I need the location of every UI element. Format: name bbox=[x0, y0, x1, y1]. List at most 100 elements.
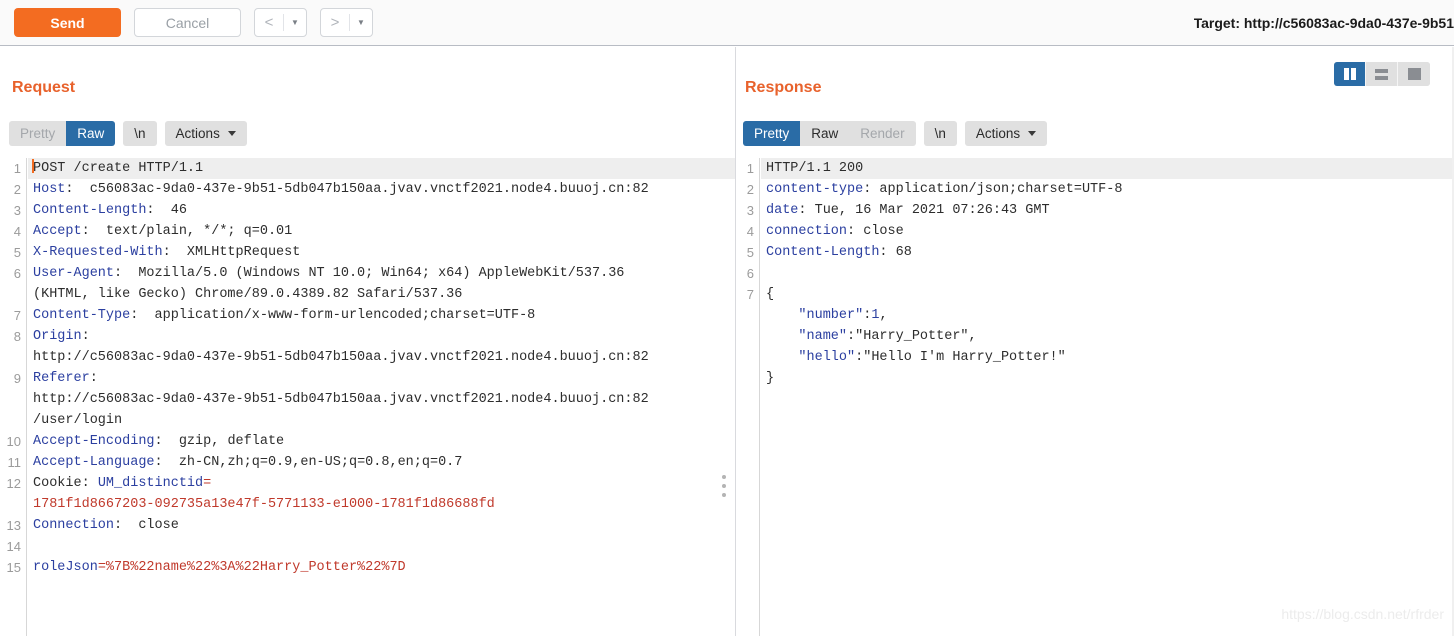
code-span: Referer bbox=[33, 371, 90, 386]
code-line[interactable] bbox=[33, 536, 735, 557]
layout-toggle-group bbox=[1334, 62, 1430, 86]
line-number: 14 bbox=[6, 539, 21, 554]
splitter-handle-icon[interactable] bbox=[722, 475, 726, 497]
top-toolbar: Send Cancel < ▼ > ▼ Target: http://c5608… bbox=[0, 0, 1454, 46]
code-span: (KHTML, like Gecko) Chrome/89.0.4389.82 … bbox=[33, 287, 463, 302]
code-line[interactable]: "name":"Harry_Potter", bbox=[766, 326, 1454, 347]
line-number: 3 bbox=[13, 203, 21, 218]
code-span: Content-Length bbox=[766, 245, 880, 260]
chevron-right-icon[interactable]: > bbox=[321, 9, 349, 36]
code-span: Accept-Encoding bbox=[33, 434, 155, 449]
code-line[interactable]: Content-Length: 46 bbox=[33, 200, 735, 221]
code-span: Connection bbox=[33, 518, 115, 533]
code-line[interactable]: User-Agent: Mozilla/5.0 (Windows NT 10.0… bbox=[33, 263, 735, 284]
code-line[interactable]: Host: c56083ac-9da0-437e-9b51-5db047b150… bbox=[33, 179, 735, 200]
response-editor[interactable]: 1 2 3 4 5 6 7 HTTP/1.1 200 content-type: applic… bbox=[736, 158, 1454, 636]
code-line[interactable]: Accept-Language: zh-CN,zh;q=0.9,en-US;q=… bbox=[33, 452, 735, 473]
code-line[interactable]: date: Tue, 16 Mar 2021 07:26:43 GMT bbox=[766, 200, 1454, 221]
code-line[interactable]: connection: close bbox=[766, 221, 1454, 242]
line-number bbox=[736, 368, 759, 389]
code-line[interactable]: Cookie: UM_distinctid= bbox=[33, 473, 735, 494]
code-span: :"Harry_Potter", bbox=[847, 329, 977, 344]
code-span: connection bbox=[766, 224, 848, 239]
code-line[interactable] bbox=[766, 263, 1454, 284]
line-number: 5 bbox=[746, 245, 754, 260]
code-span: UM_distinctid bbox=[97, 476, 204, 491]
chevron-down-icon[interactable]: ▼ bbox=[284, 9, 306, 36]
code-span: { bbox=[766, 287, 775, 302]
response-line-gutter: 1 2 3 4 5 6 7 bbox=[736, 158, 760, 636]
code-span: : zh-CN,zh;q=0.9,en-US;q=0.8,en;q=0.7 bbox=[154, 455, 463, 470]
code-line[interactable]: "hello":"Hello I'm Harry_Potter!" bbox=[766, 347, 1454, 368]
code-line[interactable]: { bbox=[766, 284, 1454, 305]
code-line[interactable]: http://c56083ac-9da0-437e-9b51-5db047b15… bbox=[33, 389, 735, 410]
code-span: "hello" bbox=[798, 350, 856, 365]
response-code[interactable]: HTTP/1.1 200 content-type: application/js… bbox=[761, 158, 1454, 636]
code-line[interactable]: (KHTML, like Gecko) Chrome/89.0.4389.82 … bbox=[33, 284, 735, 305]
code-line[interactable]: "number":1, bbox=[766, 305, 1454, 326]
layout-single-button[interactable] bbox=[1398, 62, 1430, 86]
line-number bbox=[0, 347, 26, 368]
code-span: Accept bbox=[33, 224, 82, 239]
code-line[interactable]: /user/login bbox=[33, 410, 735, 431]
request-editor[interactable]: 1 2 3 4 5 6 7 8 9 10 11 12 13 14 15 POST /create HTTP/… bbox=[0, 158, 735, 636]
code-span: User-Agent bbox=[33, 266, 115, 281]
line-number: 10 bbox=[6, 434, 21, 449]
code-span: =%7B%22name%22%3A%22Harry_Potter%22%7D bbox=[97, 560, 406, 575]
code-span: POST /create HTTP/1.1 bbox=[33, 161, 204, 176]
tab-response-render[interactable]: Render bbox=[849, 121, 916, 146]
code-span: Cookie: bbox=[33, 476, 98, 491]
line-number: 8 bbox=[13, 329, 21, 344]
code-span: /user/login bbox=[33, 413, 123, 428]
code-span: : bbox=[81, 329, 90, 344]
send-button[interactable]: Send bbox=[14, 8, 121, 37]
watermark: https://blog.csdn.net/rfrder bbox=[1281, 606, 1444, 622]
code-line[interactable]: http://c56083ac-9da0-437e-9b51-5db047b15… bbox=[33, 347, 735, 368]
code-span: Host bbox=[33, 182, 66, 197]
code-span: } bbox=[766, 371, 775, 386]
tab-request-raw[interactable]: Raw bbox=[66, 121, 116, 146]
code-line[interactable]: POST /create HTTP/1.1 bbox=[28, 158, 735, 179]
code-line[interactable]: Accept-Encoding: gzip, deflate bbox=[33, 431, 735, 452]
line-number: 4 bbox=[13, 224, 21, 239]
code-line[interactable]: Content-Type: application/x-www-form-url… bbox=[33, 305, 735, 326]
code-span: : Tue, 16 Mar 2021 07:26:43 GMT bbox=[798, 203, 1050, 218]
code-line[interactable]: Accept: text/plain, */*; q=0.01 bbox=[33, 221, 735, 242]
response-actions-button[interactable]: Actions bbox=[964, 121, 1048, 146]
code-line[interactable]: Content-Length: 68 bbox=[766, 242, 1454, 263]
chevron-down-icon[interactable]: ▼ bbox=[350, 9, 372, 36]
code-line[interactable]: } bbox=[766, 368, 1454, 389]
request-newline-button[interactable]: \n bbox=[123, 121, 157, 146]
code-line[interactable]: 1781f1d8667203-092735a13e47f-5771133-e10… bbox=[33, 494, 735, 515]
history-back-group[interactable]: < ▼ bbox=[254, 8, 307, 37]
code-line[interactable]: content-type: application/json;charset=U… bbox=[766, 179, 1454, 200]
code-span: "number" bbox=[798, 308, 864, 323]
response-title: Response bbox=[745, 79, 822, 96]
line-number: 1 bbox=[13, 161, 21, 176]
code-span: "name" bbox=[798, 329, 848, 344]
code-line[interactable]: roleJson=%7B%22name%22%3A%22Harry_Potter… bbox=[33, 557, 735, 578]
request-actions-button[interactable]: Actions bbox=[164, 121, 247, 146]
tab-response-pretty[interactable]: Pretty bbox=[743, 121, 801, 146]
history-forward-group[interactable]: > ▼ bbox=[320, 8, 373, 37]
code-line[interactable]: Origin: bbox=[33, 326, 735, 347]
code-span: : 46 bbox=[146, 203, 187, 218]
code-line[interactable]: Connection: close bbox=[33, 515, 735, 536]
code-line[interactable]: HTTP/1.1 200 bbox=[761, 158, 1454, 179]
code-span: http://c56083ac-9da0-437e-9b51-5db047b15… bbox=[33, 350, 649, 365]
layout-stacked-button[interactable] bbox=[1366, 62, 1398, 86]
cancel-button[interactable]: Cancel bbox=[134, 8, 241, 37]
code-line[interactable]: X-Requested-With: XMLHttpRequest bbox=[33, 242, 735, 263]
tab-request-pretty[interactable]: Pretty bbox=[9, 121, 67, 146]
code-span: : close bbox=[847, 224, 904, 239]
line-number: 2 bbox=[13, 182, 21, 197]
tab-response-raw[interactable]: Raw bbox=[800, 121, 850, 146]
code-span: : Mozilla/5.0 (Windows NT 10.0; Win64; x… bbox=[114, 266, 625, 281]
response-newline-button[interactable]: \n bbox=[923, 121, 957, 146]
chevron-left-icon[interactable]: < bbox=[255, 9, 283, 36]
layout-side-by-side-button[interactable] bbox=[1334, 62, 1366, 86]
line-number: 6 bbox=[746, 266, 754, 281]
request-title: Request bbox=[12, 79, 76, 96]
code-line[interactable]: Referer: bbox=[33, 368, 735, 389]
request-code[interactable]: POST /create HTTP/1.1 Host: c56083ac-9da0… bbox=[28, 158, 735, 636]
